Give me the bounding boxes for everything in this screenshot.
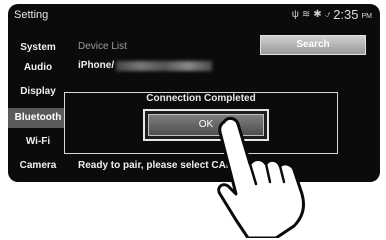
bluetooth-icon: ✱ — [313, 9, 322, 20]
no-signal-icon: ⍻ — [324, 9, 331, 20]
blurred-device-id — [116, 60, 213, 71]
sidebar-item-system[interactable]: System — [8, 38, 68, 58]
status-area: ψ ≋ ✱ ⍻ 2:35 PM — [292, 7, 372, 22]
pointing-hand-icon — [217, 116, 306, 238]
clock-time: 2:35 — [333, 7, 359, 22]
dialog-title: Connection Completed — [146, 93, 256, 104]
clock-ampm: PM — [361, 13, 373, 20]
sidebar-item-wifi[interactable]: Wi-Fi — [8, 132, 68, 152]
sidebar-item-camera[interactable]: Camera — [8, 156, 68, 176]
sidebar-item-display[interactable]: Display — [8, 82, 68, 102]
top-bar: Setting ψ ≋ ✱ ⍻ 2:35 PM — [8, 4, 380, 28]
sidebar-item-bluetooth[interactable]: Bluetooth — [8, 108, 68, 128]
device-list-item[interactable]: iPhone/ — [78, 60, 213, 71]
wifi-icon: ≋ — [301, 9, 311, 20]
device-list-header: Device List — [78, 41, 127, 52]
device-name: iPhone/ — [78, 60, 115, 71]
page-title: Setting — [14, 9, 49, 21]
search-button[interactable]: Search — [260, 35, 366, 55]
sidebar-item-audio[interactable]: Audio — [8, 58, 68, 78]
phone-signal-icon: ψ — [291, 9, 299, 20]
